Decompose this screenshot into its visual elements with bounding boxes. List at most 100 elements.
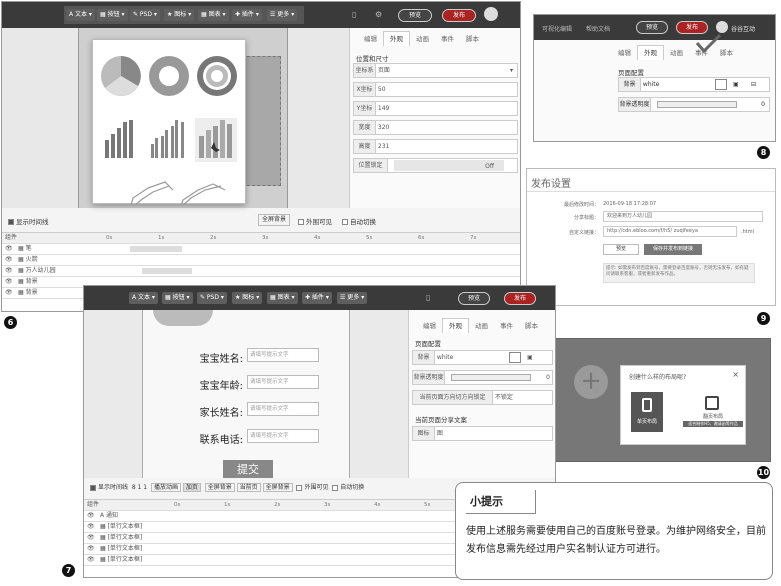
auto-switch-checkbox[interactable]: 自动切换	[342, 216, 376, 226]
flip-page-layout-option[interactable]: 翻页布局 适合制作H5、邀请函等作品	[683, 396, 743, 430]
tab-appearance[interactable]: 外观	[383, 31, 410, 46]
show-timeline-checkbox[interactable]: 显示时间线	[90, 484, 128, 491]
current-page-button[interactable]: 当前页	[236, 483, 261, 492]
tab-animation[interactable]: 动画	[410, 32, 435, 47]
single-page-layout-option[interactable]: 单页布局	[631, 392, 663, 432]
timeline-row[interactable]: 👁 ▦ 万人幼儿园	[2, 266, 520, 277]
tab-appearance[interactable]: 外观	[442, 318, 469, 333]
baby-name-input[interactable]: 请填写提示文字	[247, 348, 319, 362]
fullscreen-bg-button[interactable]: 全屏背景	[204, 483, 235, 492]
tab-animation[interactable]: 动画	[469, 319, 494, 334]
text-menu[interactable]: A 文本 ▾	[129, 292, 158, 304]
custom-link-input[interactable]: http://cdn.ebloo.com/f/h5/ zuqifeeya	[603, 226, 737, 237]
clear-icon[interactable]: ⊟	[751, 78, 756, 91]
opacity-slider[interactable]: 背景透明度 0	[618, 97, 770, 112]
width-field[interactable]: 宽度 320	[353, 120, 518, 135]
publish-button[interactable]: 发布	[504, 292, 536, 305]
play-animation-button[interactable]: 播放动画	[150, 483, 181, 492]
tab-event[interactable]: 事件	[689, 46, 714, 61]
step-badge-8: 8	[757, 146, 770, 159]
area-line-chart-icon[interactable]	[177, 183, 226, 217]
chart-menu[interactable]: ▦ 图表 ▾	[267, 292, 298, 304]
fullscreen-bg-button-2[interactable]: 全屏背景	[262, 483, 293, 492]
user-name[interactable]: 谷谷互动	[731, 24, 755, 33]
tab-animation[interactable]: 动画	[664, 46, 689, 61]
preview-button[interactable]: 预览	[398, 9, 432, 22]
more-menu[interactable]: ☰ 更多 ▾	[267, 9, 298, 21]
share-icon-field[interactable]: 图标 图	[412, 426, 553, 441]
close-icon[interactable]: ×	[732, 370, 739, 379]
panel-tabs: 编辑 外观 动画 事件 脚本	[612, 45, 739, 60]
outside-visible-checkbox[interactable]: 外围可见	[296, 484, 328, 491]
line-chart-icon[interactable]	[127, 181, 174, 217]
tab-edit[interactable]: 编辑	[612, 46, 637, 61]
y-field[interactable]: Y坐标 149	[353, 101, 518, 116]
orientation-lock-field[interactable]: 当前页面方向切方向锁定 不锁定	[412, 390, 553, 405]
button-menu[interactable]: ▦ 按钮 ▾	[162, 292, 193, 304]
tab-script[interactable]: 脚本	[714, 46, 739, 61]
background-field[interactable]: 背景 white ▣ ⊟	[618, 77, 770, 92]
settings-icon[interactable]: ⚙	[375, 10, 382, 19]
save-publish-button[interactable]: 保存并发布到链接	[644, 244, 702, 255]
plugin-menu[interactable]: ✚ 插件 ▾	[302, 292, 332, 304]
device-icon[interactable]: ▯	[352, 10, 356, 19]
publish-button[interactable]: 发布	[442, 9, 476, 22]
tip-body: 使用上述服务需要使用自己的百度账号登录。为维护网络安全，目前发布信息需先经过用户…	[466, 526, 766, 555]
preview-button[interactable]: 预览	[458, 292, 490, 305]
button-menu[interactable]: ▦ 按钮 ▾	[97, 9, 128, 21]
auto-switch-checkbox[interactable]: 自动切换	[332, 484, 364, 491]
x-field[interactable]: X坐标 50	[353, 82, 518, 97]
baby-age-input[interactable]: 请填写提示文字	[247, 375, 319, 389]
tab-event[interactable]: 事件	[494, 319, 519, 334]
screenshot-10-layout-dialog: + 创建什么样的布局呢? × 单页布局 翻页布局 适合制作H5、邀请函等作品	[547, 338, 771, 462]
tab-edit[interactable]: 编辑	[417, 319, 442, 334]
device-icon[interactable]: ▯	[426, 293, 430, 302]
tablet-icon	[705, 396, 719, 410]
pie-chart-icon[interactable]	[101, 56, 141, 96]
psd-menu[interactable]: ✎ PSD ▾	[130, 9, 160, 21]
grouped-bar-chart-icon[interactable]	[151, 120, 184, 158]
plugin-menu[interactable]: ✚ 插件 ▾	[232, 9, 262, 21]
show-timeline-checkbox[interactable]: 显示时间线	[8, 216, 49, 226]
tab-edit[interactable]: 编辑	[358, 32, 383, 47]
more-menu[interactable]: ☰ 更多 ▾	[337, 292, 368, 304]
text-menu[interactable]: A 文本 ▾	[66, 9, 95, 21]
chart-menu[interactable]: ▦ 图表 ▾	[198, 9, 229, 21]
image-icon[interactable]: ▣	[527, 351, 533, 364]
tab-script[interactable]: 脚本	[519, 319, 544, 334]
phone-input[interactable]: 请填写提示文字	[247, 429, 319, 443]
fullscreen-bg-button[interactable]: 全屏背景	[258, 214, 291, 226]
coordinate-system-select[interactable]: 坐标系 页面 ▾	[353, 63, 518, 78]
position-lock-toggle[interactable]: 位置锁定 Off	[353, 158, 518, 173]
timeline-row[interactable]: 👁 ▦ 笔	[2, 244, 520, 255]
psd-menu[interactable]: ✎ PSD ▾	[197, 292, 227, 304]
preview-button[interactable]: 预览	[603, 244, 639, 255]
ring-chart-icon[interactable]	[197, 56, 237, 96]
parent-name-input[interactable]: 请填写提示文字	[247, 402, 319, 416]
step-badge-6: 6	[4, 316, 17, 329]
avatar[interactable]	[716, 21, 728, 33]
icon-menu[interactable]: ★ 图标 ▾	[164, 9, 195, 21]
bar-chart-icon[interactable]	[105, 120, 133, 158]
background-field[interactable]: 背景 white ▣	[412, 350, 553, 365]
form-label: 宝宝姓名:	[199, 354, 243, 365]
add-page-button[interactable]: 加页	[182, 483, 201, 492]
tab-appearance[interactable]: 外观	[637, 45, 664, 60]
preview-button[interactable]: 预览	[636, 21, 668, 34]
tab-event[interactable]: 事件	[435, 32, 460, 47]
submit-button[interactable]: 提交	[223, 460, 273, 478]
stacked-bar-chart-icon[interactable]	[195, 118, 237, 162]
tab-script[interactable]: 脚本	[460, 32, 485, 47]
color-swatch[interactable]	[715, 79, 727, 90]
timeline-row[interactable]: 👁 ▦ 火箭	[2, 255, 520, 266]
outside-visible-checkbox[interactable]: 外围可见	[298, 216, 332, 226]
color-swatch[interactable]	[509, 352, 521, 363]
icon-menu[interactable]: ★ 图标 ▾	[232, 292, 263, 304]
share-title-input[interactable]: 欢迎来到万人幼儿园	[603, 211, 763, 222]
donut-chart-icon[interactable]	[149, 56, 189, 96]
height-field[interactable]: 高度 231	[353, 139, 518, 154]
avatar[interactable]	[484, 7, 498, 21]
opacity-slider[interactable]: 背景透明度 0	[412, 370, 553, 385]
image-icon[interactable]: ▣	[733, 78, 739, 91]
step-badge-7: 7	[62, 564, 75, 577]
